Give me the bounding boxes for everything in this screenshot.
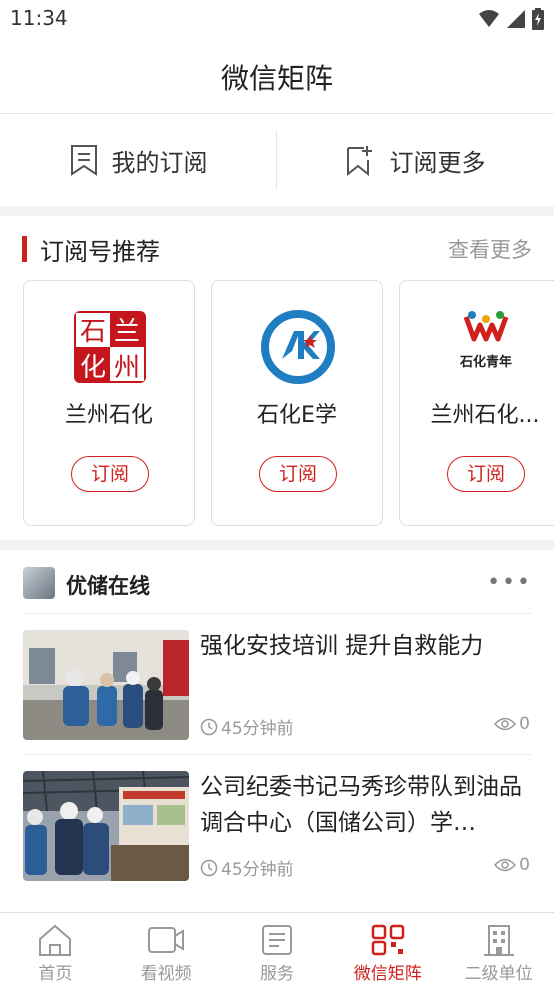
wifi-icon [479,10,499,27]
subscribe-button[interactable]: 订阅 [259,456,337,492]
subscribe-more-button[interactable]: 订阅更多 [277,114,554,206]
eye-icon [494,858,517,872]
account-name: 石化E学 [257,403,337,428]
clock-icon [200,718,218,735]
subscribe-button[interactable]: 订阅 [71,456,149,492]
building-icon [483,925,514,956]
page-title: 微信矩阵 [220,62,333,95]
subscribe-more-label: 订阅更多 [389,148,486,177]
account-name: 兰州石化... [430,403,540,428]
more-menu-icon[interactable]: ••• [487,570,532,595]
news-time: 45分钟前 [200,714,294,739]
logo-text: 石化青年 [459,355,512,370]
tab-subunits[interactable]: 二级单位 [443,913,554,986]
tab-home[interactable]: 首页 [0,913,111,986]
recommend-cards: 石 兰 化 州 兰州石化 订阅 石化E学 订阅 石化青年 兰州石化... 订阅 [0,280,554,528]
logo-char: 州 [113,353,140,383]
tab-label: 看视频 [140,964,192,984]
home-icon [39,924,72,956]
tab-label: 微信矩阵 [353,964,422,984]
news-title: 公司纪委书记马秀珍带队到油品调合中心（国储公司）学… [200,774,522,836]
news-thumbnail [23,630,189,740]
tab-label: 首页 [38,964,73,984]
service-icon [261,925,292,955]
recommend-header: 订阅号推荐 查看更多 [0,216,554,280]
account-avatar [23,567,55,599]
clock-icon [200,859,218,876]
petrochem-youth-logo: 石化青年 [448,309,524,385]
tab-video[interactable]: 看视频 [111,913,222,986]
tab-wechat-matrix[interactable]: 微信矩阵 [332,913,443,986]
my-subscriptions-button[interactable]: 我的订阅 [0,114,277,206]
my-subscriptions-label: 我的订阅 [111,148,208,177]
logo-char: 石 [79,317,106,347]
subscribe-button[interactable]: 订阅 [447,456,525,492]
news-time-text: 45分钟前 [221,719,294,739]
battery-icon [532,8,544,30]
divider [276,130,277,190]
news-views: 0 [494,855,530,875]
subscription-row: 我的订阅 订阅更多 [0,114,554,206]
account-card[interactable]: 石化E学 订阅 [211,280,383,526]
news-views: 0 [494,714,530,734]
signal-icon [507,10,525,28]
section-gap [0,206,554,216]
qr-matrix-icon [371,924,405,956]
view-more-link[interactable]: 查看更多 [448,234,532,264]
feed-account-header[interactable]: 优储在线 ••• [0,552,554,614]
eye-icon [494,717,517,731]
news-item[interactable]: 公司纪委书记马秀珍带队到油品调合中心（国储公司）学… 45分钟前 0 [0,755,554,895]
video-icon [148,927,185,953]
section-gap [0,540,554,550]
recommend-title: 订阅号推荐 [40,238,160,266]
status-time: 11:34 [10,6,68,30]
shihua-elearn-logo [260,309,336,385]
bookmark-add-icon [346,146,372,176]
account-name: 兰州石化 [64,403,153,428]
status-bar: 11:34 [0,0,554,40]
accent-bar [22,236,27,262]
news-views-count: 0 [519,855,530,875]
tab-service[interactable]: 服务 [222,913,333,986]
lanzhou-petrochem-logo: 石 兰 化 州 [72,309,148,385]
news-time: 45分钟前 [200,855,294,880]
news-views-count: 0 [519,714,530,734]
account-card[interactable]: 石化青年 兰州石化... 订阅 [399,280,554,526]
account-card[interactable]: 石 兰 化 州 兰州石化 订阅 [23,280,195,526]
news-thumbnail [23,771,189,881]
tab-label: 二级单位 [464,964,533,984]
logo-char: 兰 [113,317,140,347]
news-time-text: 45分钟前 [221,860,294,880]
feed-account-name: 优储在线 [66,574,150,598]
bookmark-list-icon [70,145,97,176]
news-item[interactable]: 强化安技培训 提升自救能力 45分钟前 0 [0,614,554,754]
status-icons [478,8,544,30]
logo-char: 化 [79,353,106,383]
tab-label: 服务 [259,964,294,984]
news-title: 强化安技培训 提升自救能力 [200,633,484,659]
bottom-tab-bar: 首页 看视频 服务 微信矩阵 二级单位 [0,912,554,986]
title-bar: 微信矩阵 [0,40,554,114]
